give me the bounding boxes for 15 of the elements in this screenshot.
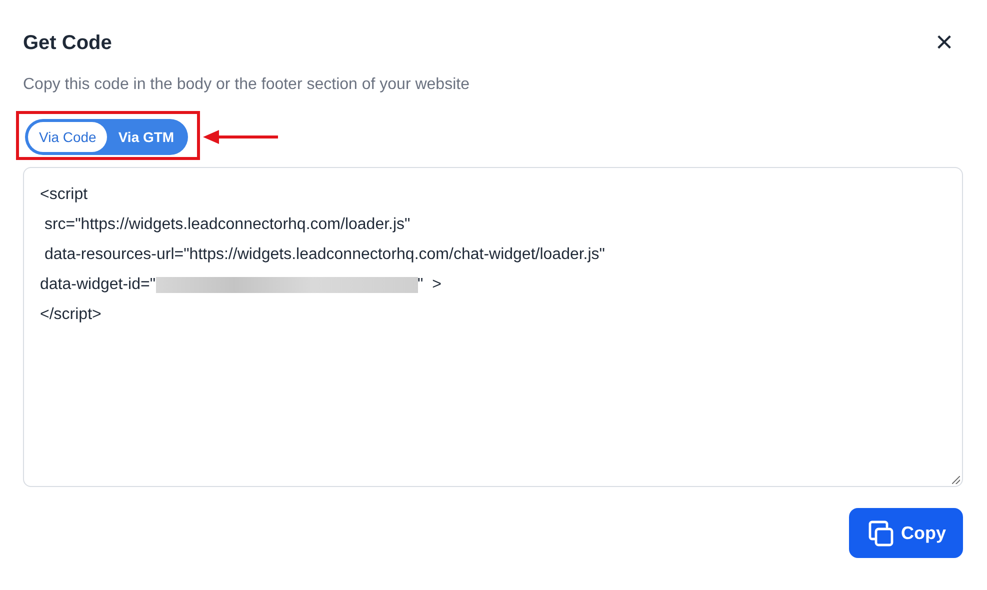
toggle-tab[interactable]: Via Code [28,122,108,152]
code-text: " > [418,275,442,295]
copy-icon [867,519,895,547]
dialog-title: Get Code [23,32,112,54]
copy-button[interactable]: Copy [849,508,963,558]
code-text: src="https://widgets.leadconnectorhq.com/loader.js" [43,215,410,235]
code-text: </script> [40,305,102,325]
code-area[interactable]: <script src="https://widgets.leadconnectorhq.com/loader.js" data-resources-url="https://widgets.leadconnectorhq.com/chat-widget/loader.js" data-widget-id=" " > </script> [23,167,963,487]
dialog-subtitle: Copy this code in the body or the footer section of your website [23,76,470,94]
code-text: data-resources-url="https://widgets.leadconnectorhq.com/chat-widget/loader.js" [43,245,605,265]
close-button[interactable]: × [929,29,959,57]
code-text: <script [40,185,88,205]
resize-handle-icon[interactable] [952,476,960,484]
code-text: data-widget-id=" [40,275,156,295]
toggle-tab[interactable]: Via GTM [107,122,186,152]
